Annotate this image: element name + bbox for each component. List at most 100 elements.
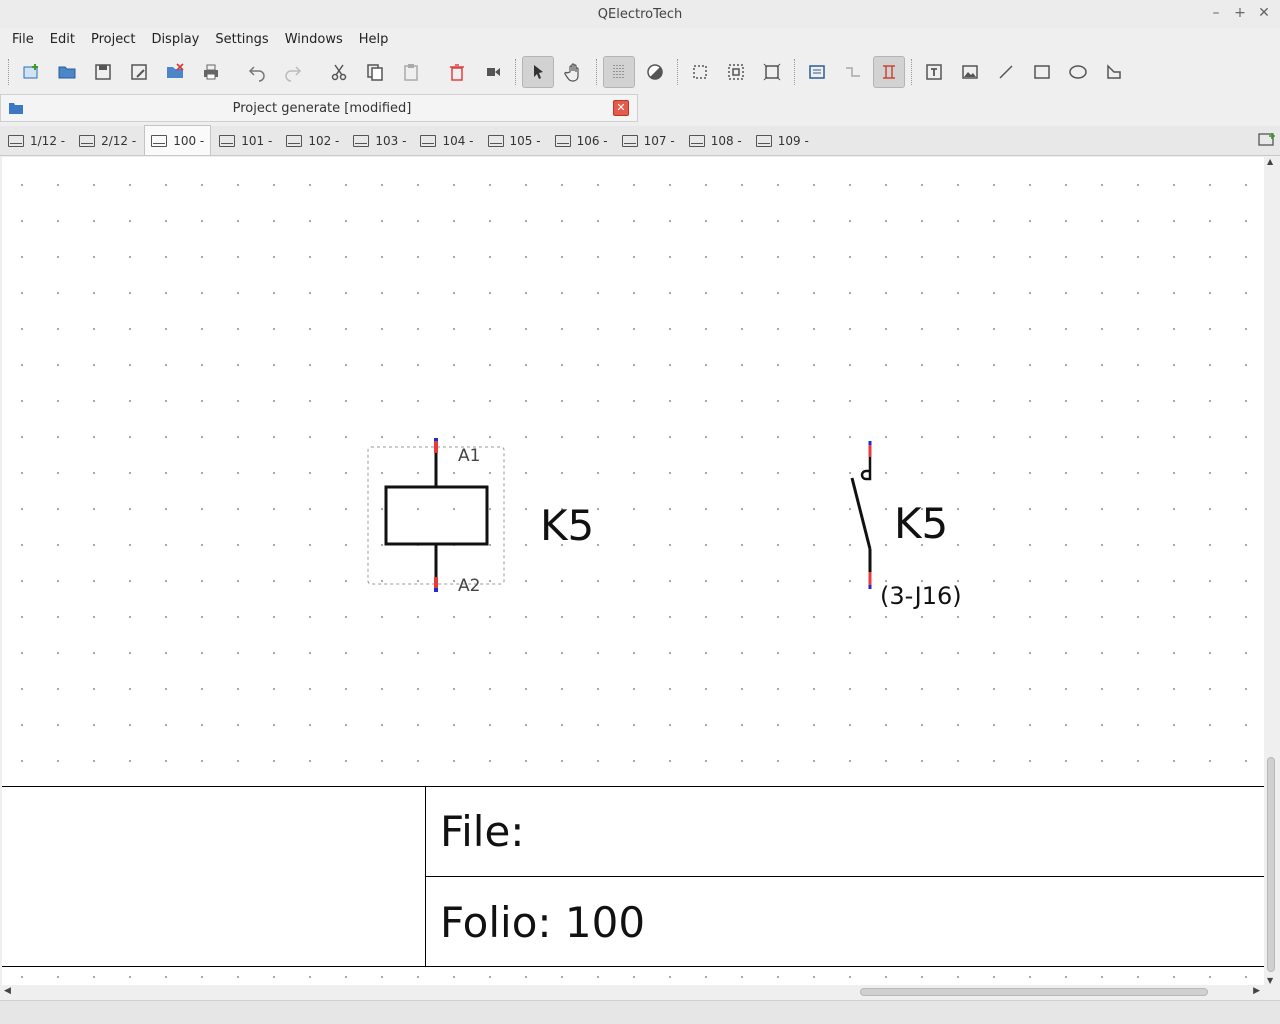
add-image-icon[interactable] [954, 56, 986, 88]
maximize-button[interactable]: + [1232, 4, 1248, 22]
tab-folio-104[interactable]: 104 - [414, 127, 479, 155]
coil-terminal-a2-label: A2 [458, 576, 481, 596]
toolbar-separator [794, 59, 795, 85]
folio-icon [353, 135, 370, 147]
window-titlebar: QElectroTech – + ✕ [0, 0, 1280, 28]
scroll-right-icon[interactable]: ▶ [1253, 986, 1260, 996]
tab-label: 109 - [777, 134, 809, 148]
tab-label: 103 - [375, 134, 407, 148]
close-project-button[interactable]: ✕ [613, 100, 629, 116]
tab-folio-2[interactable]: 2/12 - [73, 127, 142, 155]
add-rectangle-icon[interactable] [1026, 56, 1058, 88]
tab-folio-101[interactable]: 101 - [213, 127, 278, 155]
relay-coil-element[interactable] [367, 438, 505, 592]
tab-label: 107 - [643, 134, 675, 148]
menu-windows[interactable]: Windows [277, 32, 351, 47]
toolbar-separator [677, 59, 678, 85]
tab-folio-106[interactable]: 106 - [549, 127, 614, 155]
add-polyline-icon[interactable] [1098, 56, 1130, 88]
folio-icon [219, 135, 236, 147]
tab-label: 100 - [173, 133, 205, 148]
tab-folio-103[interactable]: 103 - [347, 127, 412, 155]
title-block-folio-cell: Folio: 100 [426, 877, 1264, 967]
tab-label: 106 - [576, 134, 608, 148]
vertical-scroll-thumb[interactable] [1267, 757, 1275, 972]
close-project-icon[interactable] [159, 56, 191, 88]
vertical-scrollbar[interactable]: ▲ ▼ [1264, 157, 1278, 985]
zoom-content-icon[interactable] [720, 56, 752, 88]
print-icon[interactable] [195, 56, 227, 88]
tab-folio-102[interactable]: 102 - [280, 127, 345, 155]
menu-project[interactable]: Project [83, 32, 143, 47]
folio-icon [487, 135, 504, 147]
coil-terminal-a1-label: A1 [458, 446, 481, 466]
menu-edit[interactable]: Edit [42, 32, 83, 47]
folio-icon [755, 135, 772, 147]
close-window-button[interactable]: ✕ [1256, 4, 1272, 22]
tab-folio-109[interactable]: 109 - [750, 127, 815, 155]
save-as-icon[interactable] [123, 56, 155, 88]
project-title: Project generate [modified] [232, 100, 412, 116]
scroll-left-icon[interactable]: ◀ [4, 986, 11, 996]
tab-label: 1/12 - [30, 134, 66, 148]
add-ellipse-icon[interactable] [1062, 56, 1094, 88]
tab-folio-105[interactable]: 105 - [482, 127, 547, 155]
horizontal-scroll-thumb[interactable] [860, 988, 1208, 996]
folio-icon [79, 135, 96, 147]
tab-folio-107[interactable]: 107 - [616, 127, 681, 155]
scroll-down-icon[interactable]: ▼ [1267, 976, 1273, 985]
folio-icon [151, 134, 168, 147]
folio-icon [621, 135, 638, 147]
tab-label: 102 - [308, 134, 340, 148]
grid-icon[interactable] [603, 56, 635, 88]
coil-label[interactable]: K5 [540, 501, 594, 550]
tab-label: 108 - [710, 134, 742, 148]
zoom-reset-icon[interactable] [756, 56, 788, 88]
open-icon[interactable] [51, 56, 83, 88]
add-folio-icon[interactable] [1258, 132, 1276, 148]
nc-contact-element[interactable] [850, 441, 872, 589]
save-icon[interactable] [87, 56, 119, 88]
contact-label[interactable]: K5 [894, 499, 948, 548]
menu-help[interactable]: Help [351, 32, 397, 47]
menu-file[interactable]: File [4, 32, 42, 47]
rotate-icon[interactable] [477, 56, 509, 88]
undo-icon[interactable] [241, 56, 273, 88]
conductor-icon[interactable] [837, 56, 869, 88]
tab-label: 2/12 - [101, 134, 137, 148]
file-label: File: [440, 807, 525, 856]
toolbar-separator [515, 59, 516, 85]
contact-blade [850, 477, 872, 550]
paste-icon[interactable] [395, 56, 427, 88]
scroll-up-icon[interactable]: ▲ [1267, 157, 1273, 166]
title-block-left-cell [2, 787, 426, 967]
tab-folio-1[interactable]: 1/12 - [2, 127, 71, 155]
edit-title-block-icon[interactable] [801, 56, 833, 88]
tab-folio-108[interactable]: 108 - [683, 127, 748, 155]
menu-display[interactable]: Display [143, 32, 207, 47]
minimize-button[interactable]: – [1208, 4, 1224, 22]
menu-settings[interactable]: Settings [207, 32, 276, 47]
title-block[interactable]: File: Folio: 100 [2, 786, 1264, 967]
redo-icon[interactable] [277, 56, 309, 88]
folio-icon [688, 135, 705, 147]
folio-icon [420, 135, 437, 147]
main-toolbar [0, 54, 1280, 90]
color-icon[interactable] [639, 56, 671, 88]
new-project-icon[interactable] [15, 56, 47, 88]
delete-icon[interactable] [441, 56, 473, 88]
add-line-icon[interactable] [990, 56, 1022, 88]
cut-icon[interactable] [323, 56, 355, 88]
zoom-fit-icon[interactable] [684, 56, 716, 88]
copy-icon[interactable] [359, 56, 391, 88]
diagram-canvas[interactable]: A1 A2 K5 K5 (3-J16) File: Folio: 100 [2, 157, 1264, 985]
autoconnect-icon[interactable] [873, 56, 905, 88]
add-text-icon[interactable] [918, 56, 950, 88]
horizontal-scrollbar[interactable]: ◀ ▶ [0, 985, 1264, 999]
tab-folio-100[interactable]: 100 - [144, 125, 212, 155]
toolbar-separator [911, 59, 912, 85]
folio-icon [8, 135, 24, 147]
pan-mode-icon[interactable] [558, 56, 590, 88]
select-mode-icon[interactable] [522, 56, 554, 88]
contact-cross-reference[interactable]: (3-J16) [880, 582, 962, 610]
